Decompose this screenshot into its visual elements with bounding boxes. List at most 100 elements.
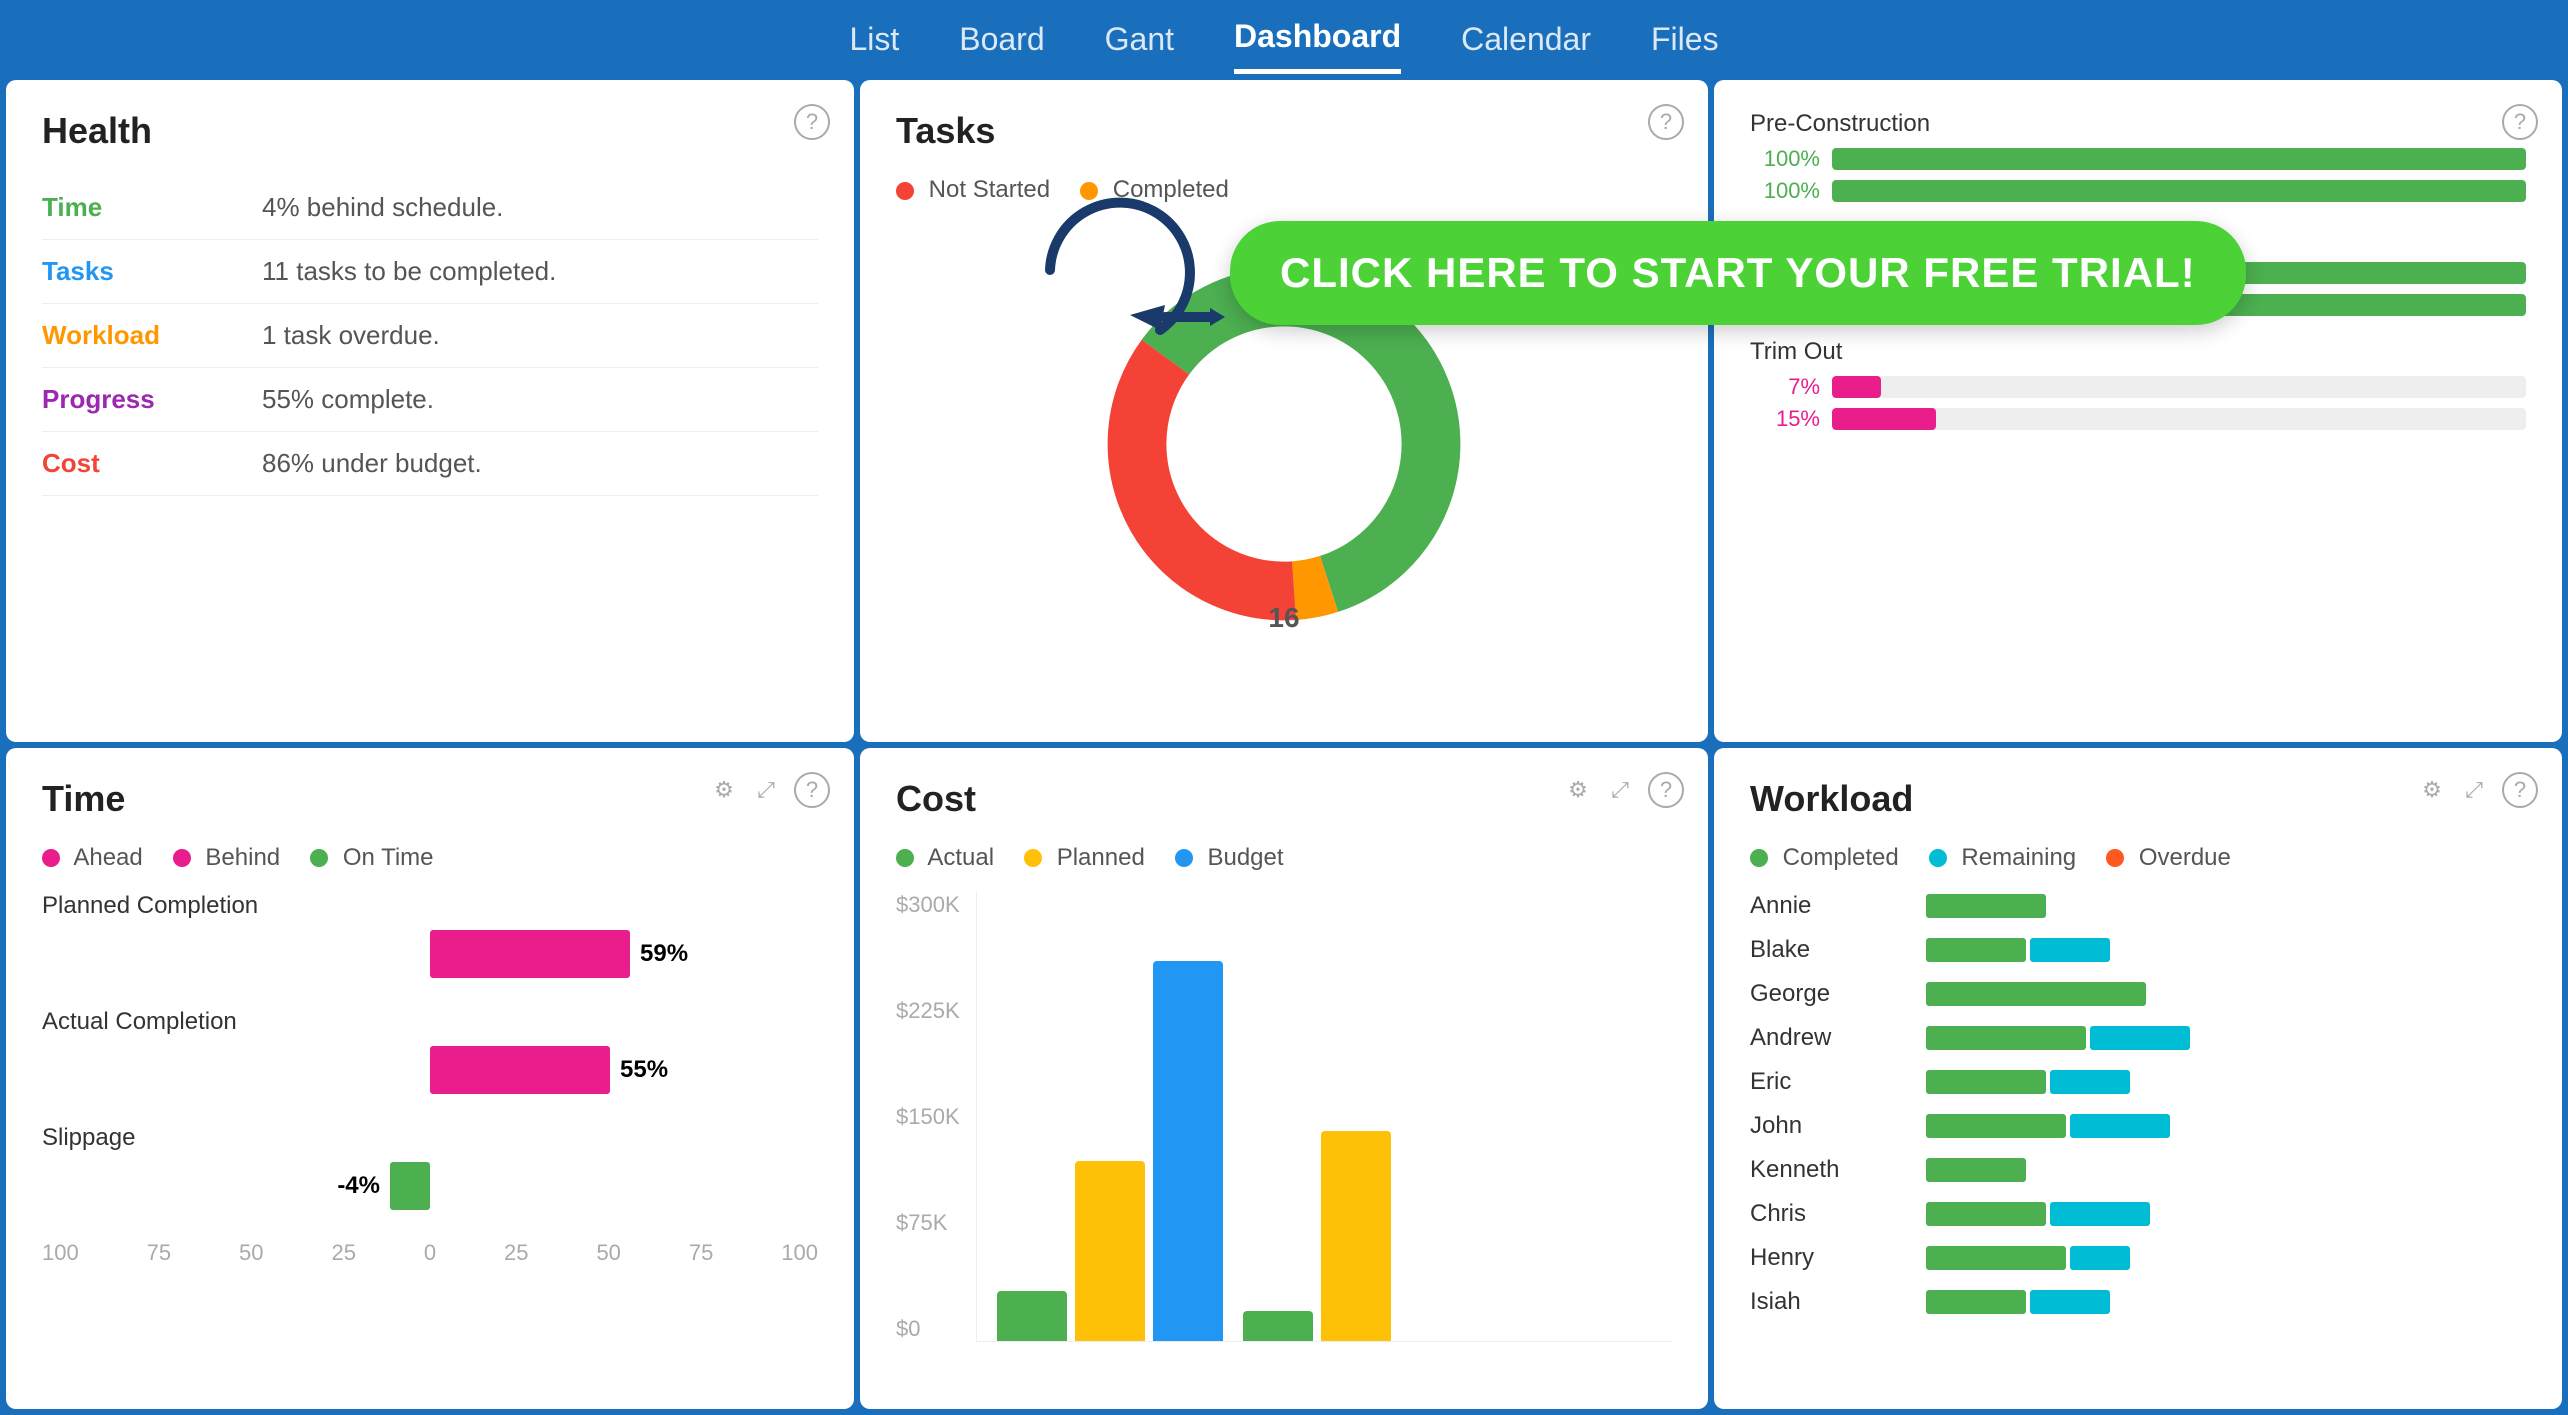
health-row-cost: Cost 86% under budget. <box>42 432 818 496</box>
health-value-time: 4% behind schedule. <box>262 192 503 223</box>
pre-construction-bar-fill-1 <box>1832 148 2526 170</box>
pre-construction-pct-2: 100% <box>1750 178 1820 204</box>
trim-out-bar-2: 15% <box>1750 406 2526 432</box>
time-title: Time <box>42 778 818 820</box>
actual-completion-label: Actual Completion <box>42 1008 818 1036</box>
health-label-time: Time <box>42 192 262 223</box>
nav-calendar[interactable]: Calendar <box>1461 21 1591 72</box>
tasks-title: Tasks <box>896 110 1672 152</box>
workload-expand-button[interactable]: ⤢ <box>2456 772 2492 808</box>
trim-out-section: Trim Out 7% 15% <box>1750 338 2526 432</box>
workload-row-eric: Eric <box>1750 1068 2526 1096</box>
workload-name-annie: Annie <box>1750 892 1910 920</box>
health-value-tasks: 11 tasks to be completed. <box>262 256 556 287</box>
trim-out-pct-1: 7% <box>1750 374 1820 400</box>
health-label-tasks: Tasks <box>42 256 262 287</box>
time-expand-button[interactable]: ⤢ <box>748 772 784 808</box>
workload-info-button[interactable]: ? <box>2502 772 2538 808</box>
workload-settings-button[interactable]: ⚙ <box>2414 772 2450 808</box>
wl-remaining-dot <box>1929 849 1947 867</box>
trim-out-pct-2: 15% <box>1750 406 1820 432</box>
planned-completion-section: Planned Completion 59% <box>42 892 818 978</box>
health-value-workload: 1 task overdue. <box>262 320 440 351</box>
cost-info-button[interactable]: ? <box>1648 772 1684 808</box>
workload-bars-blake <box>1926 938 2110 962</box>
isiah-completed-bar <box>1926 1290 2026 1314</box>
time-legend: Ahead Behind On Time <box>42 844 818 872</box>
health-row-workload: Workload 1 task overdue. <box>42 304 818 368</box>
cost-y-labels: $300K $225K $150K $75K $0 <box>896 892 976 1342</box>
trim-out-bar-fill-2 <box>1832 408 1936 430</box>
time-legend-behind: Behind <box>173 844 280 872</box>
workload-name-isiah: Isiah <box>1750 1288 1910 1316</box>
cost-legend-actual: Actual <box>896 844 994 872</box>
progress-info-button[interactable]: ? <box>2502 104 2538 140</box>
isiah-remaining-bar <box>2030 1290 2110 1314</box>
workload-bars-andrew <box>1926 1026 2190 1050</box>
time-settings-button[interactable]: ⚙ <box>706 772 742 808</box>
workload-bars-george <box>1926 982 2146 1006</box>
workload-name-blake: Blake <box>1750 936 1910 964</box>
workload-row-andrew: Andrew <box>1750 1024 2526 1052</box>
planned-completion-pct: 59% <box>640 940 688 968</box>
not-started-dot <box>896 182 914 200</box>
nav-dashboard[interactable]: Dashboard <box>1234 18 1401 74</box>
pre-construction-bar-bg-2 <box>1832 180 2526 202</box>
pre-construction-bar-fill-2 <box>1832 180 2526 202</box>
nav-files[interactable]: Files <box>1651 21 1719 72</box>
planned-completion-bar <box>430 930 630 978</box>
blake-remaining-bar <box>2030 938 2110 962</box>
time-card: Time ⤢ ⚙ ? Ahead Behind On Time Planned … <box>6 748 854 1410</box>
workload-bars-annie <box>1926 894 2046 918</box>
kenneth-completed-bar <box>1926 1158 2026 1182</box>
health-title: Health <box>42 110 818 152</box>
pre-construction-section: Pre-Construction 100% 100% <box>1750 110 2526 204</box>
slippage-label: Slippage <box>42 1124 818 1152</box>
workload-row-george: George <box>1750 980 2526 1008</box>
cost-legend: Actual Planned Budget <box>896 844 1672 872</box>
cost-bar-planned-2 <box>1321 1131 1391 1341</box>
workload-legend-remaining: Remaining <box>1929 844 2076 872</box>
workload-title: Workload <box>1750 778 2526 820</box>
health-value-cost: 86% under budget. <box>262 448 482 479</box>
nav-board[interactable]: Board <box>959 21 1044 72</box>
workload-row-isiah: Isiah <box>1750 1288 2526 1316</box>
trim-out-bar-1: 7% <box>1750 374 2526 400</box>
cta-arrow-container <box>1010 160 1230 385</box>
nav-list[interactable]: List <box>849 21 899 72</box>
workload-bars-kenneth <box>1926 1158 2026 1182</box>
time-info-button[interactable]: ? <box>794 772 830 808</box>
health-card: Health ? Time 4% behind schedule. Tasks … <box>6 80 854 742</box>
workload-row-chris: Chris <box>1750 1200 2526 1228</box>
slippage-section: Slippage -4% <box>42 1124 818 1210</box>
main-nav: List Board Gant Dashboard Calendar Files <box>0 0 2568 74</box>
workload-name-john: John <box>1750 1112 1910 1140</box>
workload-bars-henry <box>1926 1246 2130 1270</box>
trim-out-bar-fill-1 <box>1832 376 1881 398</box>
nav-gant[interactable]: Gant <box>1105 21 1174 72</box>
health-row-progress: Progress 55% complete. <box>42 368 818 432</box>
workload-row-blake: Blake <box>1750 936 2526 964</box>
wl-completed-dot <box>1750 849 1768 867</box>
workload-card: Workload ⤢ ⚙ ? Completed Remaining Overd… <box>1714 748 2562 1410</box>
cost-card: Cost ⤢ ⚙ ? Actual Planned Budget $300K $… <box>860 748 1708 1410</box>
wl-overdue-dot <box>2106 849 2124 867</box>
pre-construction-bar-1: 100% <box>1750 146 2526 172</box>
progress-card: ? Pre-Construction 100% 100% Constructio… <box>1714 80 2562 742</box>
workload-bars-chris <box>1926 1202 2150 1226</box>
andrew-completed-bar <box>1926 1026 2086 1050</box>
workload-row-annie: Annie <box>1750 892 2526 920</box>
trim-out-bar-bg-1 <box>1832 376 2526 398</box>
cost-expand-button[interactable]: ⤢ <box>1602 772 1638 808</box>
trim-out-bar-bg-2 <box>1832 408 2526 430</box>
planned-dot <box>1024 849 1042 867</box>
cost-settings-button[interactable]: ⚙ <box>1560 772 1596 808</box>
george-completed-bar <box>1926 982 2146 1006</box>
workload-name-andrew: Andrew <box>1750 1024 1910 1052</box>
tasks-info-button[interactable]: ? <box>1648 104 1684 140</box>
annie-completed-bar <box>1926 894 2046 918</box>
cost-title: Cost <box>896 778 1672 820</box>
cta-button[interactable]: CLICK HERE TO START YOUR FREE TRIAL! <box>1230 221 2246 325</box>
health-info-button[interactable]: ? <box>794 104 830 140</box>
chris-remaining-bar <box>2050 1202 2150 1226</box>
